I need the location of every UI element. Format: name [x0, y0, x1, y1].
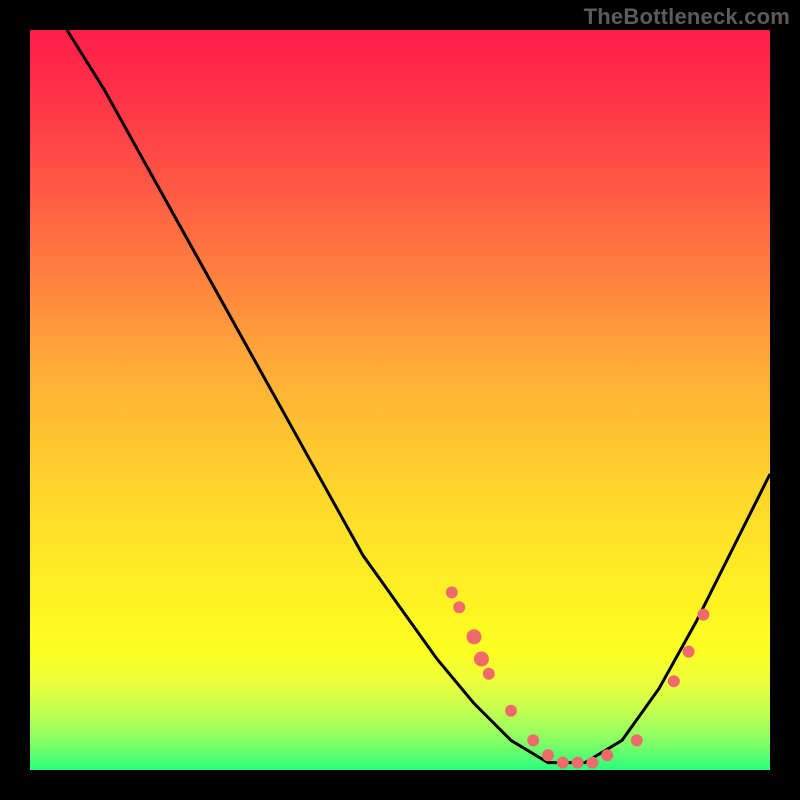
bottleneck-marker [557, 757, 569, 769]
watermark-text: TheBottleneck.com [584, 4, 790, 30]
bottleneck-marker [697, 609, 709, 621]
bottleneck-marker [542, 749, 554, 761]
bottleneck-marker [505, 705, 517, 717]
plot-area [30, 30, 770, 770]
bottleneck-marker [483, 668, 495, 680]
chart-svg [30, 30, 770, 770]
bottleneck-marker [572, 757, 584, 769]
bottleneck-marker [527, 734, 539, 746]
bottleneck-curve [67, 30, 770, 763]
bottleneck-marker [453, 601, 465, 613]
chart-container: TheBottleneck.com [0, 0, 800, 800]
bottleneck-markers [446, 586, 710, 768]
bottleneck-marker [446, 586, 458, 598]
bottleneck-marker [467, 629, 482, 644]
bottleneck-marker [601, 749, 613, 761]
bottleneck-marker [683, 646, 695, 658]
bottleneck-marker [631, 734, 643, 746]
bottleneck-marker [668, 675, 680, 687]
bottleneck-marker [586, 757, 598, 769]
bottleneck-marker [474, 652, 489, 667]
